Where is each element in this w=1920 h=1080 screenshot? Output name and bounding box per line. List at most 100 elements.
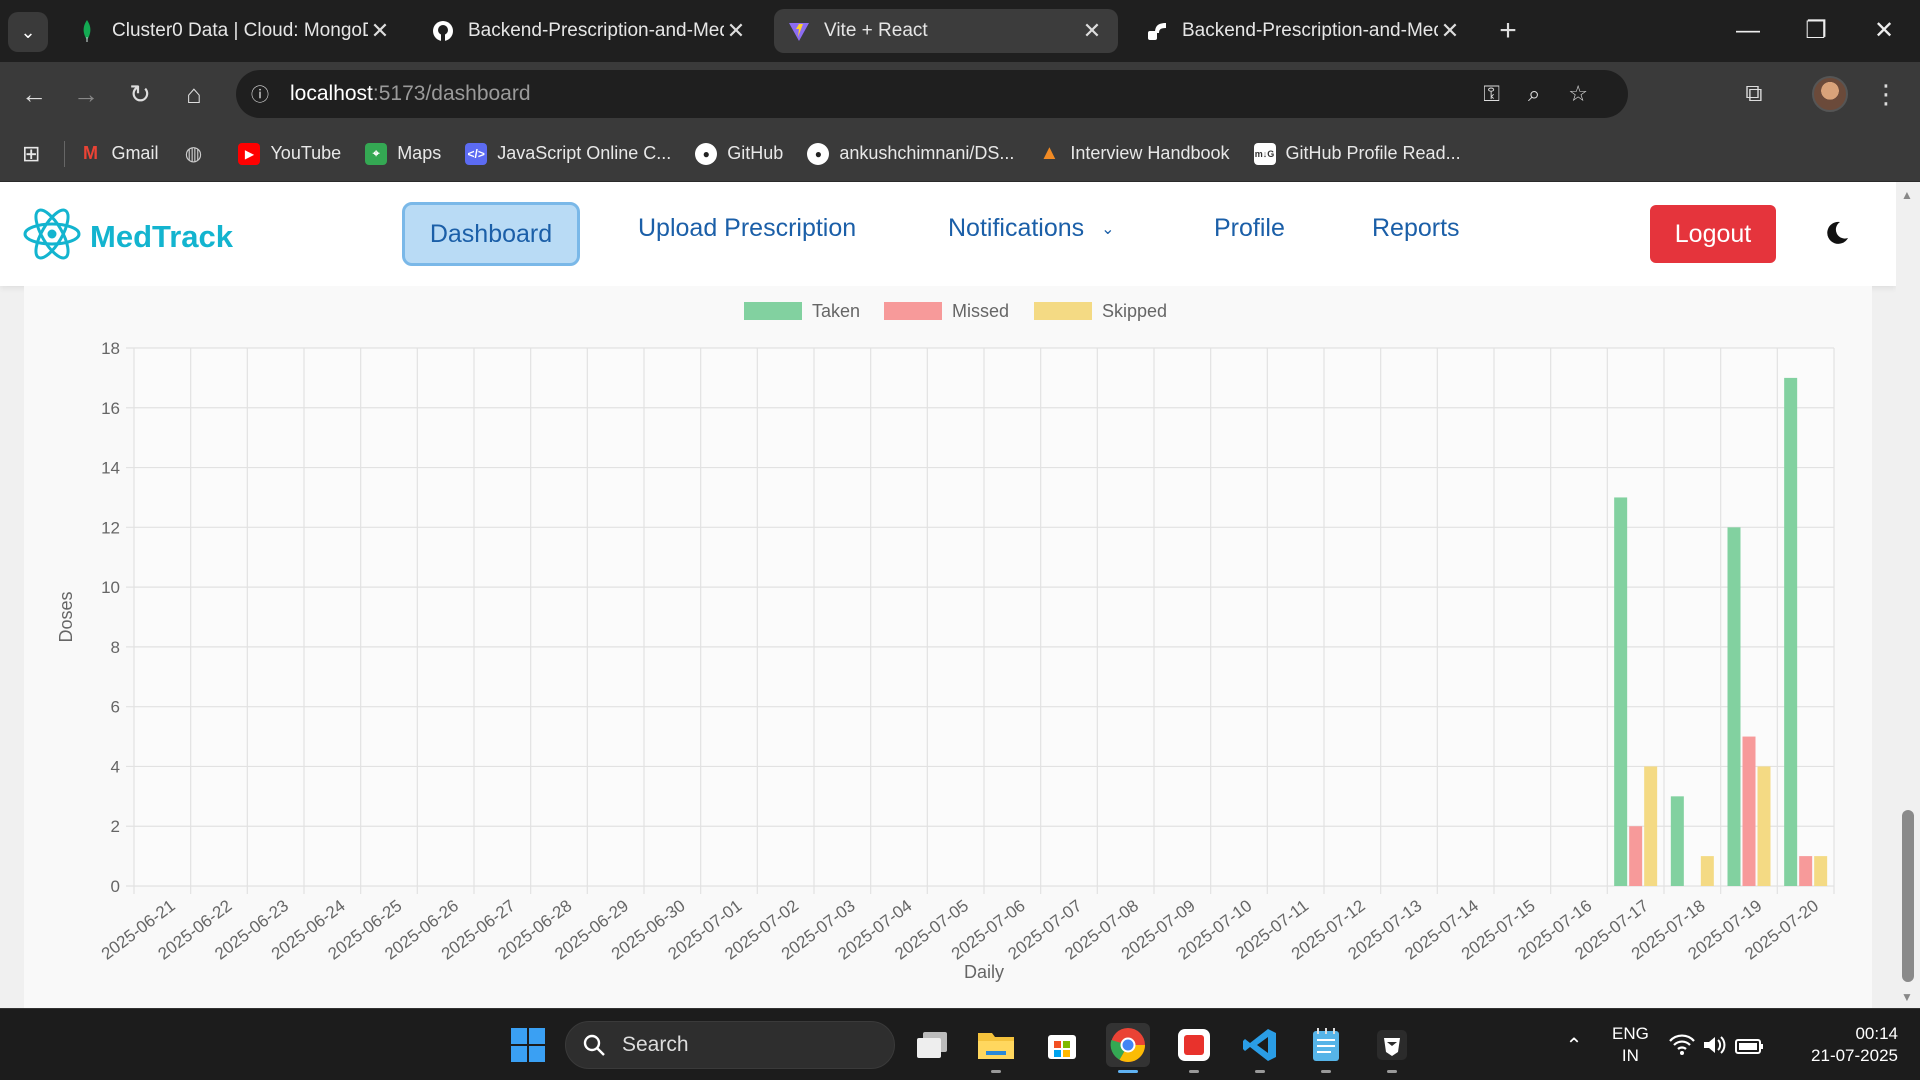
bookmark-gmail[interactable]: M Gmail <box>79 143 159 165</box>
close-tab-icon[interactable]: ✕ <box>1438 18 1462 44</box>
chart-card: 0 2 4 6 8 10 12 14 16 18 2025-06-21 2025-06-22 2025-… <box>24 286 1872 1008</box>
minimize-button[interactable]: — <box>1728 12 1768 52</box>
chevron-down-icon: ⌄ <box>1101 221 1115 239</box>
brand-logo[interactable]: MedTrack <box>22 204 233 269</box>
browser-menu-icon[interactable]: ⋮ <box>1868 76 1904 112</box>
nav-notifications[interactable]: Notifications ⌄ <box>948 214 1115 243</box>
running-indicator <box>991 1070 1001 1073</box>
screen-recorder-icon[interactable] <box>1172 1023 1216 1073</box>
close-tab-icon[interactable]: ✕ <box>724 18 748 44</box>
react-atom-icon <box>22 204 82 269</box>
scroll-down-arrow-icon[interactable]: ▼ <box>1901 990 1913 1004</box>
code-icon: </> <box>465 142 488 165</box>
nav-upload-prescription[interactable]: Upload Prescription <box>638 214 856 243</box>
forward-arrow-icon[interactable]: → <box>66 74 106 114</box>
windows-start-icon[interactable] <box>506 1023 550 1067</box>
bookmark-readme[interactable]: m↓G GitHub Profile Read... <box>1253 142 1461 165</box>
bookmark-maps[interactable]: ⌖ Maps <box>365 142 441 165</box>
legend-swatch-taken <box>744 302 802 320</box>
page-viewport: MedTrack Dashboard Upload Prescription N… <box>0 182 1920 1008</box>
battery-icon <box>1735 1039 1763 1054</box>
y-tick-label: 16 <box>101 399 120 418</box>
legend-label-skipped: Skipped <box>1102 301 1167 321</box>
bookmarks-separator <box>64 140 66 167</box>
browser-tab-render[interactable]: Backend-Prescription-and-Medicine ✕ <box>1132 9 1476 53</box>
bookmark-javascript[interactable]: </> JavaScript Online C... <box>465 142 671 165</box>
readme-icon: m↓G <box>1253 142 1276 165</box>
terminal-app-icon[interactable] <box>1370 1023 1414 1073</box>
scroll-thumb[interactable] <box>1902 810 1914 982</box>
bookmark-star-icon[interactable]: ☆ <box>1568 81 1588 107</box>
dose-adherence-chart: 0246810121416182025-06-212025-06-222025-… <box>56 301 1835 982</box>
browser-toolbar: ← → ↻ ⌂ ⓘ localhost:5173/dashboard ⚿ ⌕ ☆… <box>0 62 1920 126</box>
scroll-up-arrow-icon[interactable]: ▲ <box>1901 188 1913 202</box>
mongodb-leaf-icon <box>76 20 98 42</box>
quick-settings[interactable] <box>1666 1023 1766 1067</box>
legend-label-missed: Missed <box>952 301 1009 321</box>
running-indicator <box>1189 1070 1199 1073</box>
dark-mode-moon-icon[interactable] <box>1824 220 1850 246</box>
github-icon <box>432 20 454 42</box>
volume-icon <box>1704 1036 1726 1054</box>
tab-title: Vite + React <box>824 20 928 41</box>
new-tab-button[interactable]: + <box>1490 14 1526 50</box>
notepad-icon[interactable] <box>1304 1023 1348 1073</box>
running-indicator <box>1255 1070 1265 1073</box>
legend-label-taken: Taken <box>812 301 860 321</box>
windows-taskbar: Search ⌃ ENG IN 00:14 21-07-2025 <box>0 1008 1920 1080</box>
bookmark-globe[interactable]: ◍ <box>182 143 214 165</box>
nav-dashboard[interactable]: Dashboard <box>402 202 580 266</box>
bookmark-youtube[interactable]: ▶ YouTube <box>238 142 341 165</box>
nav-profile[interactable]: Profile <box>1214 214 1285 243</box>
url-text: localhost:5173/dashboard <box>290 82 531 105</box>
logout-button[interactable]: Logout <box>1650 205 1776 263</box>
zoom-icon[interactable]: ⌕ <box>1528 81 1540 107</box>
running-indicator <box>1387 1070 1397 1073</box>
bar-missed-2025-07-20 <box>1799 856 1813 886</box>
globe-icon: ◍ <box>184 143 203 165</box>
profile-avatar[interactable] <box>1812 76 1848 112</box>
bookmark-ankush[interactable]: ● ankushchimnani/DS... <box>807 142 1014 165</box>
nav-reports[interactable]: Reports <box>1372 214 1460 243</box>
browser-tab-github-1[interactable]: Backend-Prescription-and-Medicine ✕ <box>418 9 762 53</box>
home-icon[interactable]: ⌂ <box>174 74 214 114</box>
ms-store-icon[interactable] <box>1040 1023 1084 1067</box>
active-indicator <box>1118 1070 1138 1073</box>
page-scrollbar[interactable]: ▲ ▼ <box>1896 182 1920 1008</box>
bar-missed-2025-07-17 <box>1629 826 1643 886</box>
maps-icon: ⌖ <box>365 142 388 165</box>
wifi-icon <box>1669 1034 1695 1055</box>
browser-tab-vite[interactable]: Vite + React ✕ <box>774 9 1118 53</box>
site-info-icon[interactable]: ⓘ <box>244 78 276 110</box>
reload-icon[interactable]: ↻ <box>120 74 160 114</box>
close-window-button[interactable]: ✕ <box>1864 12 1904 52</box>
bookmark-interview[interactable]: ▲ Interview Handbook <box>1038 142 1230 165</box>
close-tab-icon[interactable]: ✕ <box>368 18 392 44</box>
taskbar-search-box[interactable]: Search <box>565 1021 895 1069</box>
youtube-icon: ▶ <box>238 142 261 165</box>
browser-tab-strip: ⌄ Cluster0 Data | Cloud: MongoDB ✕ Backe… <box>0 0 1920 62</box>
close-tab-icon[interactable]: ✕ <box>1080 18 1104 44</box>
browser-tab-mongodb[interactable]: Cluster0 Data | Cloud: MongoDB ✕ <box>62 9 406 53</box>
password-key-icon[interactable]: ⚿ <box>1483 81 1500 107</box>
chrome-icon[interactable] <box>1106 1023 1150 1073</box>
file-explorer-icon[interactable] <box>974 1023 1018 1073</box>
tab-title: Backend-Prescription-and-Medicine <box>468 20 724 41</box>
apps-grid-icon[interactable]: ⊞ <box>22 141 40 167</box>
legend-swatch-missed <box>884 302 942 320</box>
address-bar[interactable]: ⓘ localhost:5173/dashboard ⚿ ⌕ ☆ <box>236 70 1628 118</box>
language-indicator[interactable]: ENG IN <box>1612 1023 1649 1067</box>
y-tick-label: 2 <box>111 817 120 836</box>
tray-overflow-chevron-icon[interactable]: ⌃ <box>1552 1023 1596 1067</box>
extensions-puzzle-icon[interactable]: ⧉ <box>1736 76 1772 112</box>
system-clock[interactable]: 00:14 21-07-2025 <box>1794 1023 1898 1067</box>
restore-button[interactable]: ❐ <box>1796 12 1836 52</box>
search-icon <box>583 1034 605 1056</box>
y-tick-label: 6 <box>111 698 120 717</box>
tab-search-button[interactable]: ⌄ <box>8 12 48 52</box>
bar-taken-2025-07-18 <box>1670 796 1684 886</box>
vscode-icon[interactable] <box>1238 1023 1282 1073</box>
bookmark-github[interactable]: ● GitHub <box>695 142 783 165</box>
task-view-icon[interactable] <box>910 1023 954 1067</box>
back-arrow-icon[interactable]: ← <box>14 74 54 114</box>
